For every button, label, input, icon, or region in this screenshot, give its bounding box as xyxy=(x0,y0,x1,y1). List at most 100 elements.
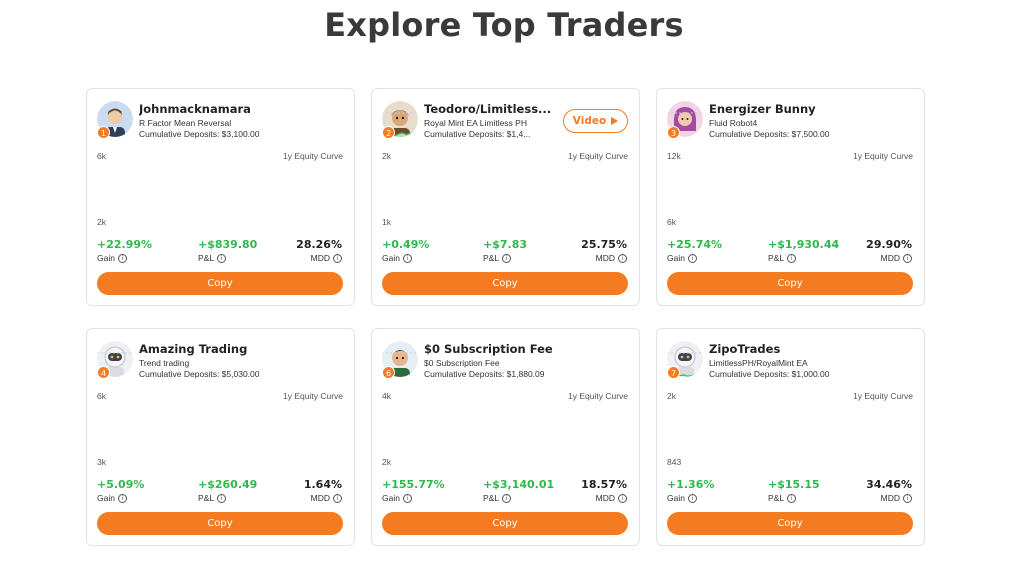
equity-curve-label: 1y Equity Curve xyxy=(283,151,343,161)
info-icon[interactable]: i xyxy=(217,253,227,263)
trader-name[interactable]: $0 Subscription Fee xyxy=(424,342,564,356)
gain-stat: +5.09% Gain i xyxy=(97,478,144,503)
equity-curve-label: 1y Equity Curve xyxy=(568,391,628,401)
equity-curve-svg xyxy=(667,151,913,225)
gain-stat: +25.74% Gain i xyxy=(667,238,722,263)
equity-curve-svg xyxy=(382,151,628,225)
info-icon[interactable]: i xyxy=(618,493,627,503)
equity-curve-chart: 12k 6k 1y Equity Curve xyxy=(667,151,913,227)
equity-curve-svg xyxy=(97,151,343,225)
copy-button[interactable]: Copy xyxy=(382,272,628,295)
pnl-stat: +$839.80 P&L i xyxy=(198,238,257,263)
trader-card[interactable]: 2 Teodoro/Limitless... Royal Mint EA Lim… xyxy=(371,88,640,306)
info-icon[interactable]: i xyxy=(687,253,697,263)
info-icon[interactable]: i xyxy=(903,493,912,503)
pnl-stat: +$7.83 P&L i xyxy=(483,238,527,263)
y-axis-min-label: 1k xyxy=(382,217,391,227)
pnl-value: +$1,930.44 xyxy=(768,238,840,251)
copy-button[interactable]: Copy xyxy=(667,512,913,535)
trader-card[interactable]: 7 ZipoTrades LimitlessPH/RoyalMint EA Cu… xyxy=(656,328,925,546)
trader-card[interactable]: 4 Amazing Trading Trend trading Cumulati… xyxy=(86,328,355,546)
gain-label: Gain xyxy=(97,493,115,503)
copy-button[interactable]: Copy xyxy=(97,272,343,295)
gain-stat: +155.77% Gain i xyxy=(382,478,445,503)
y-axis-min-label: 6k xyxy=(667,217,676,227)
rank-badge: 7 xyxy=(667,366,680,379)
trader-name[interactable]: Teodoro/Limitless... xyxy=(424,102,564,116)
gain-stat: +0.49% Gain i xyxy=(382,238,429,263)
page-title: Explore Top Traders xyxy=(324,6,684,44)
copy-button[interactable]: Copy xyxy=(382,512,628,535)
strategy-name: $0 Subscription Fee xyxy=(424,358,500,368)
y-axis-max-label: 4k xyxy=(382,391,391,401)
mdd-stat: 29.90% MDD i xyxy=(866,238,912,263)
pnl-stat: +$260.49 P&L i xyxy=(198,478,257,503)
mdd-label: MDD xyxy=(310,253,330,263)
mdd-value: 25.75% xyxy=(581,238,627,251)
pnl-value: +$15.15 xyxy=(768,478,820,491)
mdd-label: MDD xyxy=(880,253,900,263)
cumulative-deposits: Cumulative Deposits: $5,030.00 xyxy=(139,369,260,379)
trader-card[interactable]: 6 $0 Subscription Fee $0 Subscription Fe… xyxy=(371,328,640,546)
mdd-value: 34.46% xyxy=(866,478,912,491)
copy-button[interactable]: Copy xyxy=(97,512,343,535)
info-icon[interactable]: i xyxy=(502,493,512,503)
pnl-label: P&L xyxy=(198,493,215,503)
mdd-value: 18.57% xyxy=(581,478,627,491)
mdd-label: MDD xyxy=(595,493,615,503)
avatar: 2 xyxy=(382,101,418,139)
mdd-value: 1.64% xyxy=(303,478,342,491)
avatar: 1 xyxy=(97,101,133,139)
y-axis-max-label: 12k xyxy=(667,151,681,161)
pnl-stat: +$15.15 P&L i xyxy=(768,478,820,503)
info-icon[interactable]: i xyxy=(117,253,127,263)
info-icon[interactable]: i xyxy=(217,493,227,503)
equity-curve-chart: 4k 2k 1y Equity Curve xyxy=(382,391,628,467)
mdd-stat: 25.75% MDD i xyxy=(581,238,627,263)
y-axis-min-label: 2k xyxy=(382,457,391,467)
info-icon[interactable]: i xyxy=(687,493,697,503)
strategy-name: R Factor Mean Reversal xyxy=(139,118,232,128)
pnl-label: P&L xyxy=(483,253,500,263)
gain-stat: +22.99% Gain i xyxy=(97,238,152,263)
y-axis-max-label: 2k xyxy=(382,151,391,161)
copy-button[interactable]: Copy xyxy=(667,272,913,295)
equity-curve-chart: 6k 2k 1y Equity Curve xyxy=(97,151,343,227)
gain-value: +155.77% xyxy=(382,478,445,491)
trader-name[interactable]: ZipoTrades xyxy=(709,342,849,356)
y-axis-max-label: 6k xyxy=(97,391,106,401)
info-icon[interactable]: i xyxy=(502,253,512,263)
info-icon[interactable]: i xyxy=(903,253,912,263)
mdd-stat: 18.57% MDD i xyxy=(581,478,627,503)
pnl-label: P&L xyxy=(483,493,500,503)
trader-card[interactable]: 1 Johnmacknamara R Factor Mean Reversal … xyxy=(86,88,355,306)
play-icon xyxy=(611,117,619,125)
mdd-stat: 28.26% MDD i xyxy=(296,238,342,263)
info-icon[interactable]: i xyxy=(117,493,127,503)
equity-curve-chart: 6k 3k 1y Equity Curve xyxy=(97,391,343,467)
trader-name[interactable]: Amazing Trading xyxy=(139,342,279,356)
trader-name[interactable]: Johnmacknamara xyxy=(139,102,279,116)
cumulative-deposits: Cumulative Deposits: $1,880.09 xyxy=(424,369,545,379)
mdd-label: MDD xyxy=(880,493,900,503)
info-icon[interactable]: i xyxy=(402,253,412,263)
info-icon[interactable]: i xyxy=(333,253,342,263)
info-icon[interactable]: i xyxy=(787,493,797,503)
info-icon[interactable]: i xyxy=(333,493,342,503)
trader-name[interactable]: Energizer Bunny xyxy=(709,102,849,116)
equity-curve-svg xyxy=(667,391,913,465)
avatar: 4 xyxy=(97,341,133,379)
info-icon[interactable]: i xyxy=(618,253,627,263)
gain-value: +25.74% xyxy=(667,238,723,251)
info-icon[interactable]: i xyxy=(787,253,797,263)
pnl-value: +$3,140.01 xyxy=(483,478,555,491)
video-button[interactable]: Video xyxy=(563,109,628,133)
pnl-value: +$260.49 xyxy=(198,478,258,491)
pnl-label: P&L xyxy=(768,493,785,503)
strategy-name: Fluid Robot4 xyxy=(709,118,758,128)
trader-card[interactable]: 3 Energizer Bunny Fluid Robot4 Cumulativ… xyxy=(656,88,925,306)
mdd-stat: 1.64% MDD i xyxy=(304,478,342,503)
info-icon[interactable]: i xyxy=(402,493,412,503)
video-label: Video xyxy=(572,115,607,127)
gain-label: Gain xyxy=(667,253,685,263)
